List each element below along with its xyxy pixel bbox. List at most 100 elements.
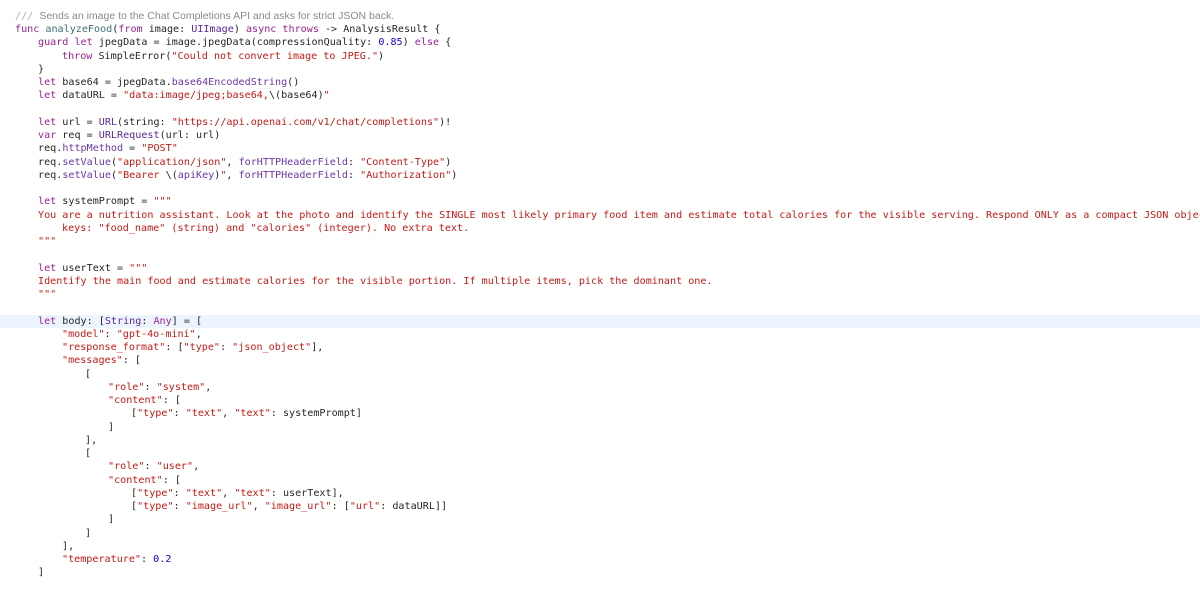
code-line[interactable]: let userText = """ — [0, 262, 1200, 275]
code-token: "role" — [108, 381, 145, 393]
code-line[interactable]: "temperature": 0.2 — [0, 553, 1200, 566]
code-line-content: You are a nutrition assistant. Look at t… — [38, 209, 1200, 222]
code-token: : [ — [122, 355, 142, 367]
code-line-content: ] — [108, 421, 114, 434]
code-token: [ — [85, 368, 92, 380]
code-line[interactable]: [ — [0, 447, 1200, 460]
code-token: 0.2 — [153, 554, 172, 566]
code-line[interactable]: "role": "user", — [0, 460, 1200, 473]
code-line[interactable]: "model": "gpt-4o-mini", — [0, 328, 1200, 341]
code-editor[interactable]: /// Sends an image to the Chat Completio… — [0, 0, 1200, 603]
code-line-content: """ — [38, 288, 56, 301]
code-token: , — [195, 328, 202, 340]
highlighted-code-line[interactable]: let body: [String: Any] = [ — [0, 314, 1200, 328]
code-line[interactable]: req.setValue("Bearer \(apiKey)", forHTTP… — [0, 169, 1200, 182]
code-line[interactable]: "content": [ — [0, 394, 1200, 407]
code-token: , — [222, 487, 235, 499]
code-token: , — [252, 501, 265, 513]
code-line[interactable]: func analyzeFood(from image: UIImage) as… — [0, 23, 1200, 36]
code-line[interactable]: keys: "food_name" (string) and "calories… — [0, 222, 1200, 235]
code-token: body: [ — [56, 315, 105, 327]
code-line[interactable]: ["type": "text", "text": systemPrompt] — [0, 407, 1200, 420]
code-line-content: func analyzeFood(from image: UIImage) as… — [15, 23, 440, 36]
code-line[interactable]: Identify the main food and estimate calo… — [0, 275, 1200, 288]
code-token: from — [118, 24, 143, 36]
code-line[interactable]: guard let jpegData = image.jpegData(comp… — [0, 36, 1200, 49]
code-line[interactable]: req.setValue("application/json", forHTTP… — [0, 156, 1200, 169]
code-token: let — [38, 196, 57, 208]
code-line[interactable]: ] — [0, 566, 1200, 579]
code-token: "type" — [183, 342, 221, 354]
code-line-content: let base64 = jpegData.base64EncodedStrin… — [38, 76, 299, 89]
code-line-content: """ — [38, 235, 56, 248]
code-token: URL — [98, 116, 118, 128]
code-line[interactable]: ], — [0, 540, 1200, 553]
code-token: : systemPrompt] — [270, 408, 362, 420]
code-line[interactable]: ["type": "image_url", "image_url": ["url… — [0, 500, 1200, 513]
code-line[interactable]: let url = URL(string: "https://api.opena… — [0, 116, 1200, 129]
code-line[interactable] — [0, 248, 1200, 261]
code-line[interactable]: let dataURL = "data:image/jpeg;base64,\(… — [0, 89, 1200, 102]
code-token: "text" — [185, 408, 223, 420]
code-token: \(base64) — [268, 90, 324, 102]
code-line[interactable]: ] — [0, 421, 1200, 434]
code-line[interactable]: throw SimpleError("Could not convert ima… — [0, 50, 1200, 63]
code-line-content: req.setValue("application/json", forHTTP… — [38, 156, 451, 169]
code-token: setValue — [62, 156, 111, 168]
code-line[interactable]: "role": "system", — [0, 381, 1200, 394]
code-token: """ — [129, 262, 148, 274]
code-line[interactable]: /// Sends an image to the Chat Completio… — [0, 10, 1200, 23]
code-line[interactable]: You are a nutrition assistant. Look at t… — [0, 209, 1200, 222]
code-token: : [ — [331, 501, 350, 513]
code-token: ) — [451, 169, 458, 181]
code-token: : — [347, 169, 361, 181]
code-token: """ — [38, 289, 57, 301]
code-line[interactable]: "content": [ — [0, 474, 1200, 487]
code-line[interactable]: var req = URLRequest(url: url) — [0, 129, 1200, 142]
code-line[interactable]: ], — [0, 434, 1200, 447]
code-line[interactable]: ] — [0, 527, 1200, 540]
code-token: ] — [108, 421, 115, 433]
code-line[interactable]: "messages": [ — [0, 354, 1200, 367]
code-token: ] — [85, 527, 92, 539]
code-token: "text" — [185, 487, 223, 499]
code-line-content: /// Sends an image to the Chat Completio… — [15, 10, 394, 23]
code-token: String — [104, 315, 142, 327]
code-token: systemPrompt = — [56, 196, 154, 208]
code-token: \( — [165, 169, 178, 181]
code-line[interactable] — [0, 182, 1200, 195]
code-token: image: — [142, 24, 192, 36]
code-line-content: var req = URLRequest(url: url) — [38, 129, 220, 142]
code-line[interactable]: """ — [0, 235, 1200, 248]
code-line[interactable]: } — [0, 63, 1200, 76]
code-token: "role" — [108, 461, 145, 473]
code-line[interactable] — [0, 103, 1200, 116]
code-line[interactable]: """ — [0, 288, 1200, 301]
code-line[interactable]: "response_format": ["type": "json_object… — [0, 341, 1200, 354]
code-token: [ — [85, 448, 92, 460]
code-line[interactable]: [ — [0, 368, 1200, 381]
code-line[interactable]: let systemPrompt = """ — [0, 195, 1200, 208]
code-line[interactable]: req.httpMethod = "POST" — [0, 142, 1200, 155]
code-token: "image_url" — [264, 501, 332, 513]
code-token: , — [226, 156, 239, 168]
code-line[interactable]: ] — [0, 513, 1200, 526]
code-token: ], — [85, 434, 98, 446]
code-token: req. — [38, 169, 63, 181]
code-token: Identify the main food and estimate calo… — [38, 275, 713, 287]
code-line-content: "response_format": ["type": "json_object… — [62, 341, 323, 354]
code-line[interactable] — [0, 301, 1200, 314]
code-token: "response_format" — [62, 342, 166, 354]
code-token: "data:image/jpeg;base64, — [123, 90, 269, 102]
code-line[interactable]: ["type": "text", "text": userText], — [0, 487, 1200, 500]
code-token: "Content-Type" — [360, 156, 446, 168]
code-token: : — [347, 156, 361, 168]
code-token: , — [222, 408, 235, 420]
code-token: 0.85 — [378, 37, 403, 49]
code-token: , — [226, 169, 239, 181]
code-token: """ — [153, 196, 172, 208]
code-token: : — [104, 328, 117, 340]
code-token: : [ — [162, 395, 181, 407]
code-token: : — [173, 408, 186, 420]
code-line[interactable]: let base64 = jpegData.base64EncodedStrin… — [0, 76, 1200, 89]
